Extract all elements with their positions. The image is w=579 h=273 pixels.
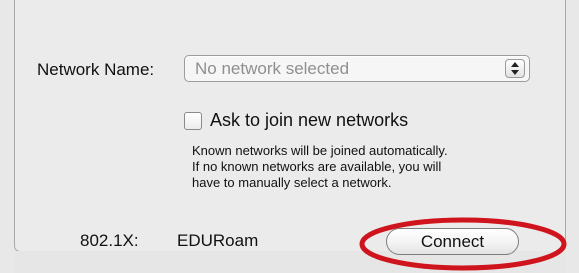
help-line-2: If no known networks are available, you … <box>192 159 442 174</box>
network-name-select[interactable]: No network selected <box>184 55 530 82</box>
network-name-label: Network Name: <box>37 60 155 79</box>
help-line-1: Known networks will be joined automatica… <box>192 143 448 158</box>
ask-to-join-help-text: Known networks will be joined automatica… <box>192 143 448 191</box>
screen: Network Name: No network selected Ask to… <box>0 0 579 273</box>
ask-to-join-label[interactable]: Ask to join new networks <box>210 110 408 131</box>
help-line-3: have to manually select a network. <box>192 175 392 190</box>
connect-button[interactable]: Connect <box>386 228 519 255</box>
up-down-arrows-icon[interactable] <box>505 59 525 78</box>
network-name-selected-value: No network selected <box>195 59 350 78</box>
dot1x-label: 802.1X: <box>80 231 139 250</box>
ask-to-join-checkbox[interactable] <box>184 112 202 130</box>
dot1x-profile-value: EDURoam <box>177 231 259 250</box>
